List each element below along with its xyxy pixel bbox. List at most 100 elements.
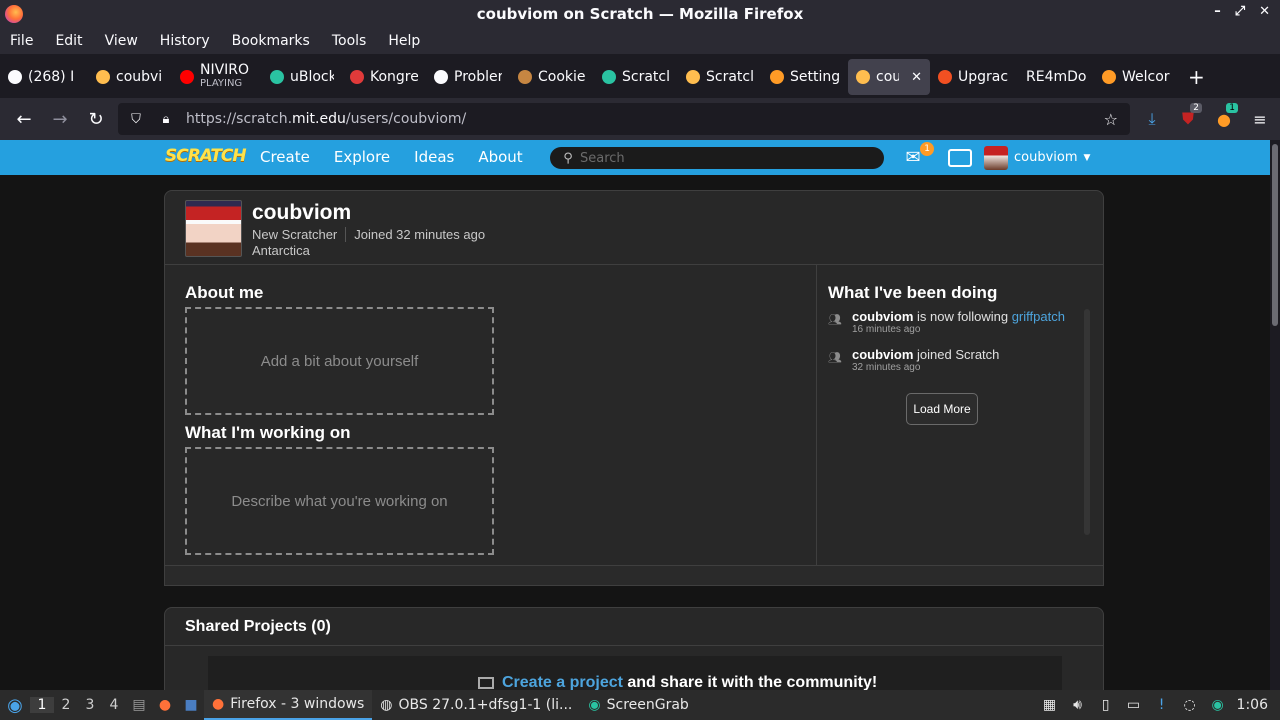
tab-welcor[interactable]: Welcor: [1094, 59, 1182, 95]
url-bar[interactable]: ⛉ 🔒︎ https://scratch.mit.edu/users/coubv…: [118, 103, 1130, 135]
terminal-icon[interactable]: ■: [178, 692, 204, 718]
url-text[interactable]: https://scratch.mit.edu/users/coubviom/: [186, 111, 466, 127]
tab-probler[interactable]: Probler: [426, 59, 510, 95]
project-icon: [478, 676, 494, 689]
scratch-header: SCRATCH Create Explore Ideas About ⚲ Sea…: [0, 140, 1270, 175]
tab-label: coub: [876, 69, 900, 85]
obs-icon: ◍: [380, 697, 393, 713]
bookmark-star-icon[interactable]: ☆: [1104, 110, 1118, 129]
tab-coubvi[interactable]: coubvi: [88, 59, 172, 95]
shared-projects-title: Shared Projects (0): [185, 618, 331, 635]
activity-item: 👥︎ coubviom joined Scratch 32 minutes ag…: [828, 347, 1078, 373]
file-manager-icon[interactable]: ▤: [126, 692, 152, 718]
task-obs[interactable]: ◍ OBS 27.0.1+dfsg1-1 (li...: [372, 690, 580, 720]
firefox-logo-icon: [5, 5, 23, 23]
maximize-button[interactable]: ⤢: [1235, 4, 1245, 19]
profile-page: coubviom New Scratcher Joined 32 minutes…: [0, 175, 1270, 716]
screengrab-tray-icon[interactable]: ◉: [1209, 696, 1227, 714]
firefox-launcher-icon[interactable]: ●: [152, 692, 178, 718]
tab-kongre[interactable]: Kongre: [342, 59, 426, 95]
page-scrollbar[interactable]: [1270, 140, 1280, 690]
user-menu[interactable]: coubviom ▼: [984, 145, 1090, 170]
tab-niviro[interactable]: NIVIRO PLAYING: [172, 59, 262, 95]
ublock-extension-icon[interactable]: ⛊ 2: [1174, 103, 1202, 135]
scrollbar-thumb[interactable]: [1272, 144, 1278, 326]
display-icon[interactable]: ▭: [1125, 696, 1143, 714]
task-firefox[interactable]: ● Firefox - 3 windows: [204, 690, 373, 720]
profile-avatar[interactable]: [185, 200, 242, 257]
activity-time: 32 minutes ago: [852, 362, 921, 373]
profile-joined: Joined 32 minutes ago: [354, 227, 486, 242]
downloads-icon[interactable]: ⤓: [1138, 103, 1166, 135]
load-more-button[interactable]: Load More: [906, 393, 978, 425]
messages-icon[interactable]: ✉ 1: [900, 141, 934, 168]
tab-coub[interactable]: coub ✕: [848, 59, 930, 95]
clipboard-icon[interactable]: ▦: [1041, 696, 1059, 714]
menu-tools[interactable]: Tools: [332, 33, 367, 49]
tab-upgrac[interactable]: Upgrac: [930, 59, 1018, 95]
hamburger-menu-icon[interactable]: ≡: [1246, 103, 1274, 135]
tab-label: Probler: [454, 69, 502, 85]
youtube-icon: [180, 70, 194, 84]
about-me-field[interactable]: Add a bit about yourself: [185, 307, 494, 415]
menu-edit[interactable]: Edit: [55, 33, 82, 49]
minimize-button[interactable]: –: [1214, 4, 1221, 19]
tab-label: Upgrac: [958, 69, 1009, 85]
tab-setting[interactable]: Setting: [762, 59, 848, 95]
menu-bookmarks[interactable]: Bookmarks: [232, 33, 310, 49]
close-tab-icon[interactable]: ✕: [911, 70, 922, 85]
lock-icon[interactable]: 🔒︎: [154, 112, 178, 127]
activity-user[interactable]: coubviom: [852, 309, 913, 324]
scratch-logo[interactable]: SCRATCH: [165, 146, 247, 168]
network-icon[interactable]: ◌: [1181, 696, 1199, 714]
navigation-bar: ← → ↻ ⛉ 🔒︎ https://scratch.mit.edu/users…: [0, 98, 1280, 140]
nav-explore[interactable]: Explore: [322, 140, 402, 175]
tab-label: Cookie: [538, 69, 586, 85]
menu-view[interactable]: View: [105, 33, 138, 49]
tab-label: Setting: [790, 69, 840, 85]
activity-list: 👥︎ coubviom is now following griffpatch …: [828, 309, 1078, 385]
tab-cookie[interactable]: Cookie: [510, 59, 594, 95]
scratch-nav: Create Explore Ideas About: [248, 140, 535, 175]
create-project-link[interactable]: Create a project: [502, 674, 623, 691]
clock[interactable]: 1:06: [1237, 697, 1268, 713]
reload-button[interactable]: ↻: [78, 103, 114, 135]
menu-help[interactable]: Help: [388, 33, 420, 49]
nav-create[interactable]: Create: [248, 140, 322, 175]
volume-icon[interactable]: 🔊︎: [1069, 696, 1087, 714]
scratch-search-input[interactable]: ⚲ Search: [550, 147, 884, 169]
close-window-button[interactable]: ✕: [1259, 4, 1270, 19]
workspace-2[interactable]: 2: [54, 697, 78, 713]
activity-link-griffpatch[interactable]: griffpatch: [1012, 309, 1065, 324]
working-on-field[interactable]: Describe what you're working on: [185, 447, 494, 555]
notes-icon[interactable]: ▯: [1097, 696, 1115, 714]
tab-ublock[interactable]: uBlock: [262, 59, 342, 95]
updates-icon[interactable]: !: [1153, 696, 1171, 714]
menu-history[interactable]: History: [160, 33, 210, 49]
workspace-3[interactable]: 3: [78, 697, 102, 713]
activity-title: What I've been doing: [828, 283, 998, 302]
activity-scrollbar[interactable]: [1084, 309, 1090, 535]
shield-icon[interactable]: ⛉: [124, 112, 148, 127]
scratch-addons-extension-icon[interactable]: ● 1: [1210, 103, 1238, 135]
tab-scratcl[interactable]: Scratcl: [594, 59, 678, 95]
menu-file[interactable]: File: [10, 33, 33, 49]
nav-about[interactable]: About: [466, 140, 534, 175]
task-screengrab[interactable]: ◉ ScreenGrab: [580, 690, 696, 720]
workspace-1[interactable]: 1: [30, 697, 54, 713]
system-tray: ▦ 🔊︎ ▯ ▭ ! ◌ ◉ 1:06: [1041, 690, 1280, 720]
kongregate-icon: [350, 70, 364, 84]
workspace-4[interactable]: 4: [102, 697, 126, 713]
activity-user[interactable]: coubviom: [852, 347, 913, 362]
back-button[interactable]: ←: [6, 103, 42, 135]
new-tab-button[interactable]: +: [1188, 65, 1205, 89]
tab-re4mdoe[interactable]: RE4mDoE: [1018, 59, 1094, 95]
taskbar: ◉ 1 2 3 4 ▤ ● ■ ● Firefox - 3 windows ◍ OB…: [0, 690, 1280, 720]
nav-ideas[interactable]: Ideas: [402, 140, 466, 175]
tab-scratcl[interactable]: Scratcl: [678, 59, 762, 95]
tab--268-i[interactable]: (268) I: [0, 59, 88, 95]
working-on-title: What I'm working on: [185, 423, 351, 442]
forward-button[interactable]: →: [42, 103, 78, 135]
start-menu-icon[interactable]: ◉: [0, 690, 30, 720]
my-stuff-icon[interactable]: [948, 148, 972, 167]
